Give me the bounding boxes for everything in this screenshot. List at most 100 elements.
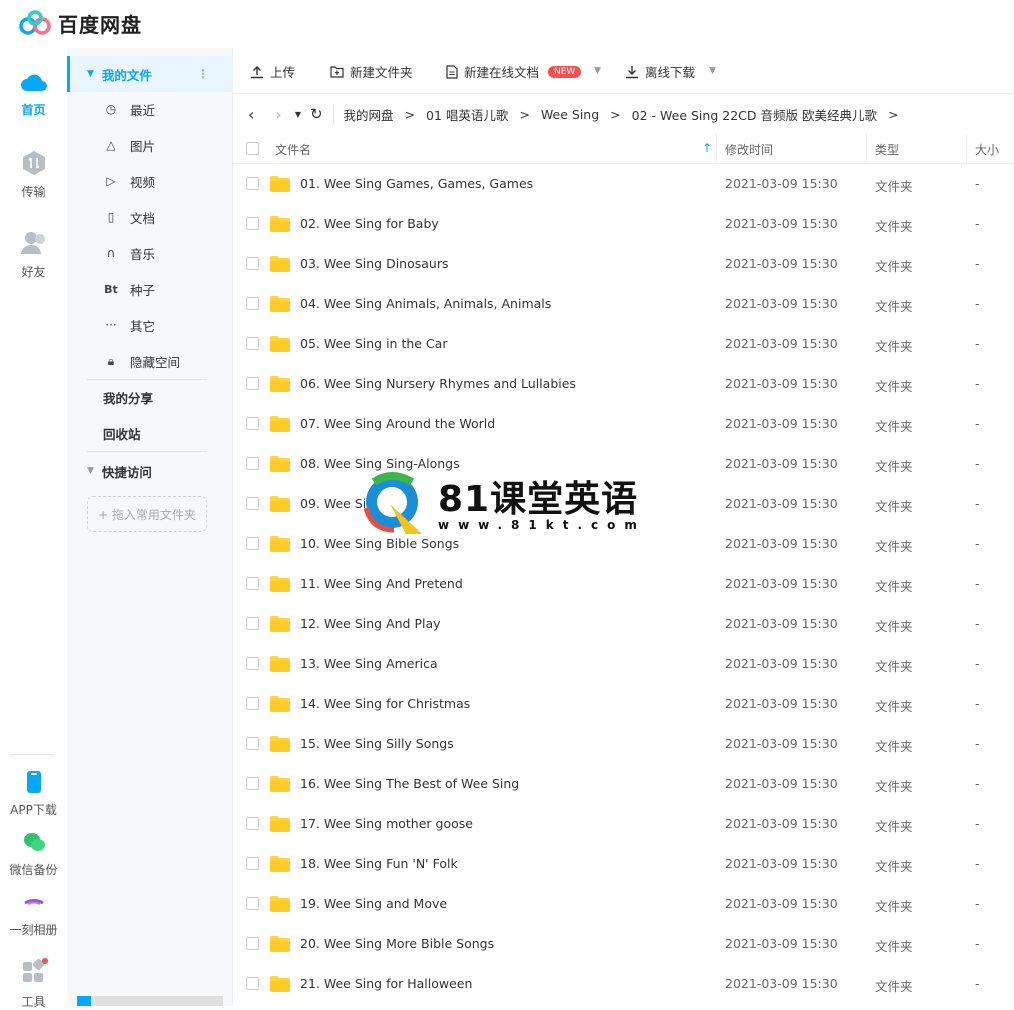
breadcrumb-item[interactable]: Wee Sing: [541, 107, 599, 122]
sidebar-my-files[interactable]: ▼ 我的文件 ⋮: [67, 56, 233, 92]
file-name[interactable]: 16. Wee Sing The Best of Wee Sing: [300, 776, 519, 791]
row-checkbox[interactable]: [246, 577, 259, 590]
sidebar-item-other[interactable]: ··· 其它: [67, 307, 233, 343]
row-checkbox[interactable]: [246, 217, 259, 230]
column-header-type[interactable]: 类型: [875, 141, 899, 158]
rail-transfer[interactable]: 传输: [0, 150, 67, 200]
breadcrumb-item[interactable]: 我的网盘: [344, 105, 394, 124]
table-row[interactable]: 06. Wee Sing Nursery Rhymes and Lullabie…: [233, 364, 1014, 404]
table-row[interactable]: 04. Wee Sing Animals, Animals, Animals 20…: [233, 284, 1014, 324]
file-name[interactable]: 17. Wee Sing mother goose: [300, 816, 473, 831]
rail-app-download[interactable]: APP下载: [0, 770, 67, 818]
table-row[interactable]: 07. Wee Sing Around the World 2021-03-09 …: [233, 404, 1014, 444]
table-row[interactable]: 21. Wee Sing for Halloween 2021-03-09 15:…: [233, 964, 1014, 1004]
sort-ascending-icon[interactable]: ↑: [702, 141, 712, 155]
chevron-down-icon[interactable]: ▼: [594, 66, 601, 76]
offline-download-button[interactable]: 离线下载: [625, 62, 695, 81]
row-checkbox[interactable]: [246, 457, 259, 470]
file-name[interactable]: 07. Wee Sing Around the World: [300, 416, 495, 431]
file-name[interactable]: 20. Wee Sing More Bible Songs: [300, 936, 494, 951]
row-checkbox[interactable]: [246, 337, 259, 350]
row-checkbox[interactable]: [246, 777, 259, 790]
row-checkbox[interactable]: [246, 617, 259, 630]
rail-tools[interactable]: 工具: [0, 958, 67, 1010]
file-name[interactable]: 10. Wee Sing Bible Songs: [300, 536, 459, 551]
column-header-size[interactable]: 大小: [975, 141, 999, 158]
sidebar-item-images[interactable]: △ 图片: [67, 127, 233, 163]
table-row[interactable]: 18. Wee Sing Fun 'N' Folk 2021-03-09 15:3…: [233, 844, 1014, 884]
file-name[interactable]: 03. Wee Sing Dinosaurs: [300, 256, 449, 271]
column-header-modified[interactable]: 修改时间: [725, 141, 773, 158]
select-all-checkbox[interactable]: [246, 142, 259, 155]
app-logo[interactable]: 百度网盘: [18, 9, 142, 38]
table-row[interactable]: 15. Wee Sing Silly Songs 2021-03-09 15:30…: [233, 724, 1014, 764]
table-row[interactable]: 14. Wee Sing for Christmas 2021-03-09 15:…: [233, 684, 1014, 724]
new-folder-button[interactable]: 新建文件夹: [330, 62, 413, 81]
table-row[interactable]: 05. Wee Sing in the Car 2021-03-09 15:30 文…: [233, 324, 1014, 364]
table-row[interactable]: 11. Wee Sing And Pretend 2021-03-09 15:30…: [233, 564, 1014, 604]
sidebar-item-music[interactable]: ∩ 音乐: [67, 235, 233, 271]
file-name[interactable]: 21. Wee Sing for Halloween: [300, 976, 472, 991]
table-row[interactable]: 12. Wee Sing And Play 2021-03-09 15:30 文件夹…: [233, 604, 1014, 644]
row-checkbox[interactable]: [246, 377, 259, 390]
file-name[interactable]: 14. Wee Sing for Christmas: [300, 696, 470, 711]
file-name[interactable]: 11. Wee Sing And Pretend: [300, 576, 463, 591]
file-name[interactable]: 15. Wee Sing Silly Songs: [300, 736, 454, 751]
refresh-icon[interactable]: ↻: [310, 105, 323, 123]
kebab-menu-icon[interactable]: ⋮: [197, 67, 209, 81]
table-row[interactable]: 19. Wee Sing and Move 2021-03-09 15:30 文件夹…: [233, 884, 1014, 924]
back-arrow-icon[interactable]: ‹: [248, 105, 254, 124]
sidebar-recycle-bin[interactable]: 回收站: [67, 415, 233, 451]
upload-button[interactable]: 上传: [250, 62, 295, 81]
breadcrumb-item[interactable]: 02 - Wee Sing 22CD 音频版 欧美经典儿歌: [632, 105, 877, 124]
row-checkbox[interactable]: [246, 297, 259, 310]
row-checkbox[interactable]: [246, 497, 259, 510]
table-row[interactable]: 16. Wee Sing The Best of Wee Sing 2021-03…: [233, 764, 1014, 804]
row-checkbox[interactable]: [246, 257, 259, 270]
forward-arrow-icon[interactable]: ›: [275, 105, 281, 124]
rail-moments-album[interactable]: 一刻相册: [0, 890, 67, 938]
rail-wechat-backup[interactable]: 微信备份: [0, 830, 67, 878]
history-caret-icon[interactable]: ▼: [295, 110, 301, 119]
new-online-doc-button[interactable]: 新建在线文档 NEW: [446, 62, 582, 81]
file-name[interactable]: 06. Wee Sing Nursery Rhymes and Lullabie…: [300, 376, 576, 391]
table-row[interactable]: 20. Wee Sing More Bible Songs 2021-03-09 …: [233, 924, 1014, 964]
rail-home[interactable]: 首页: [0, 70, 67, 118]
quick-access-drop-zone[interactable]: + 拖入常用文件夹: [87, 496, 207, 532]
column-header-name[interactable]: 文件名: [275, 141, 311, 158]
file-name[interactable]: 12. Wee Sing And Play: [300, 616, 441, 631]
row-checkbox[interactable]: [246, 417, 259, 430]
scrollbar-thumb[interactable]: [77, 996, 91, 1006]
file-name[interactable]: 13. Wee Sing America: [300, 656, 438, 671]
sidebar-scrollbar[interactable]: [77, 996, 223, 1006]
row-checkbox[interactable]: [246, 977, 259, 990]
row-checkbox[interactable]: [246, 177, 259, 190]
row-checkbox[interactable]: [246, 657, 259, 670]
table-row[interactable]: 17. Wee Sing mother goose 2021-03-09 15:3…: [233, 804, 1014, 844]
sidebar-item-video[interactable]: ▷ 视频: [67, 163, 233, 199]
sidebar-item-torrents[interactable]: Bt 种子: [67, 271, 233, 307]
sidebar-my-share[interactable]: 我的分享: [67, 379, 233, 415]
file-name[interactable]: 01. Wee Sing Games, Games, Games: [300, 176, 533, 191]
table-row[interactable]: 13. Wee Sing America 2021-03-09 15:30 文件夹 -: [233, 644, 1014, 684]
table-row[interactable]: 01. Wee Sing Games, Games, Games 2021-03-…: [233, 164, 1014, 204]
sidebar-item-hidden-space[interactable]: 🔒︎ 隐藏空间: [67, 343, 233, 379]
row-checkbox[interactable]: [246, 697, 259, 710]
row-checkbox[interactable]: [246, 857, 259, 870]
chevron-down-icon[interactable]: ▼: [709, 66, 716, 76]
file-name[interactable]: 19. Wee Sing and Move: [300, 896, 447, 911]
row-checkbox[interactable]: [246, 737, 259, 750]
sidebar-quick-access[interactable]: ▼ 快捷访问: [67, 453, 233, 489]
row-checkbox[interactable]: [246, 897, 259, 910]
table-row[interactable]: 02. Wee Sing for Baby 2021-03-09 15:30 文件夹…: [233, 204, 1014, 244]
row-checkbox[interactable]: [246, 937, 259, 950]
rail-friends[interactable]: 好友: [0, 230, 67, 280]
file-name[interactable]: 04. Wee Sing Animals, Animals, Animals: [300, 296, 551, 311]
file-name[interactable]: 18. Wee Sing Fun 'N' Folk: [300, 856, 458, 871]
breadcrumb-item[interactable]: 01 唱英语儿歌: [426, 105, 508, 124]
row-checkbox[interactable]: [246, 817, 259, 830]
sidebar-item-recent[interactable]: ◷ 最近: [67, 91, 233, 127]
file-name[interactable]: 02. Wee Sing for Baby: [300, 216, 439, 231]
file-name[interactable]: 05. Wee Sing in the Car: [300, 336, 447, 351]
sidebar-item-documents[interactable]: ▯ 文档: [67, 199, 233, 235]
